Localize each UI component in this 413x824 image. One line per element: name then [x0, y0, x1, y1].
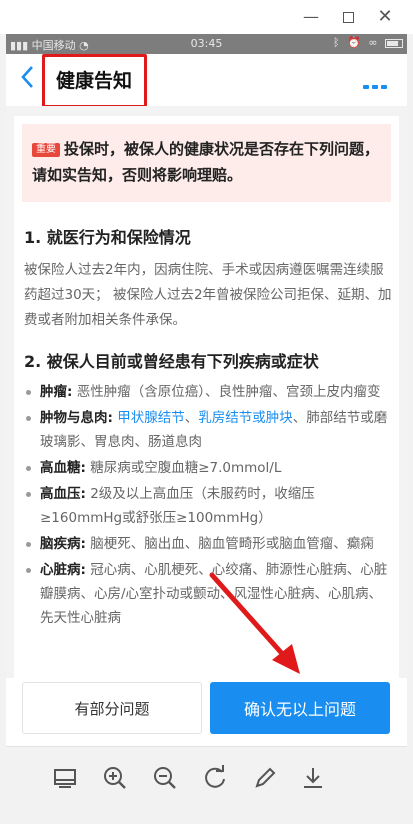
- section-title-diseases: 2. 被保人目前或曾经患有下列疾病或症状: [24, 352, 319, 371]
- more-icon[interactable]: [363, 74, 391, 89]
- page-title: 健康告知: [56, 70, 133, 92]
- important-badge: 重要: [32, 143, 60, 157]
- important-notice: 重要 投保时，被保人的健康状况是否存在下列问题，请如实告知，否则将影响理赔。: [22, 124, 391, 202]
- bluetooth-icon: ᛒ: [333, 36, 340, 49]
- app-header: 健康告知: [6, 54, 407, 108]
- close-icon[interactable]: ✕: [374, 6, 396, 28]
- emulator-toolbar: [6, 746, 407, 824]
- disease-item-heart: 心脏病: 冠心病、心肌梗死、心绞痛、肺源性心脏病、心脏瓣膜病、心房/心室扑动或颤…: [24, 558, 394, 630]
- disease-item-hyperglycemia: 高血糖: 糖尿病或空腹血糖≥7.0mmol/L: [24, 456, 394, 480]
- health-notice-card: 重要 投保时，被保人的健康状况是否存在下列问题，请如实告知，否则将影响理赔。 1.…: [14, 116, 399, 746]
- data-icon: ∞: [368, 36, 378, 49]
- disease-item-brain: 脑疾病: 脑梗死、脑出血、脑血管畸形或脑血管瘤、癫痫: [24, 532, 394, 556]
- link-breast-nodule[interactable]: 乳房结节或肿块: [198, 410, 293, 426]
- alarm-icon: ⏰: [347, 36, 361, 49]
- pen-icon[interactable]: [250, 763, 280, 793]
- zoom-out-icon[interactable]: [150, 763, 180, 793]
- disease-item-tumor: 肿瘤: 恶性肿瘤（含原位癌）、良性肿瘤、宫颈上皮内瘤变: [24, 380, 394, 404]
- notice-text: 投保时，被保人的健康状况是否存在下列问题，请如实告知，否则将影响理赔。: [32, 140, 380, 184]
- content-area: 重要 投保时，被保人的健康状况是否存在下列问题，请如实告知，否则将影响理赔。 1.…: [6, 106, 407, 746]
- download-icon[interactable]: [298, 763, 328, 793]
- section-title-medical: 1. 就医行为和保险情况: [24, 228, 191, 247]
- disease-list: 肿瘤: 恶性肿瘤（含原位癌）、良性肿瘤、宫颈上皮内瘤变 肿物与息肉: 甲状腺结节…: [24, 380, 394, 632]
- link-thyroid-nodule[interactable]: 甲状腺结节: [117, 410, 185, 426]
- phone-screen: 健康告知 重要 投保时，被保人的健康状况是否存在下列问题，请如实告知，否则将影响理…: [6, 54, 407, 824]
- minimize-icon[interactable]: —: [300, 6, 322, 28]
- confirm-no-issues-button[interactable]: 确认无以上问题: [210, 682, 390, 734]
- status-bar: ▮▮▮ 中国移动 ◔ 03:45 ᛒ ⏰ ∞: [6, 34, 407, 54]
- emulator-title-bar: — ✕: [0, 0, 413, 34]
- rotate-icon[interactable]: [200, 763, 230, 793]
- zoom-in-icon[interactable]: [100, 763, 130, 793]
- disease-item-mass: 肿物与息肉: 甲状腺结节、乳房结节或肿块、肺部结节或磨玻璃影、胃息肉、肠道息肉: [24, 406, 394, 454]
- partial-issues-button[interactable]: 有部分问题: [22, 682, 202, 734]
- disease-item-hypertension: 高血压: 2级及以上高血压（未服药时，收缩压≥160mmHg或舒张压≥100mm…: [24, 482, 394, 530]
- battery-icon: [385, 38, 403, 48]
- section-body-medical: 被保险人过去2年内，因病住院、手术或因病遵医嘱需连续服药超过30天； 被保险人过…: [24, 262, 392, 328]
- action-bar: 有部分问题 确认无以上问题: [6, 678, 407, 746]
- screen-icon[interactable]: [50, 763, 80, 793]
- back-icon[interactable]: [20, 64, 44, 94]
- maximize-icon[interactable]: [337, 6, 359, 28]
